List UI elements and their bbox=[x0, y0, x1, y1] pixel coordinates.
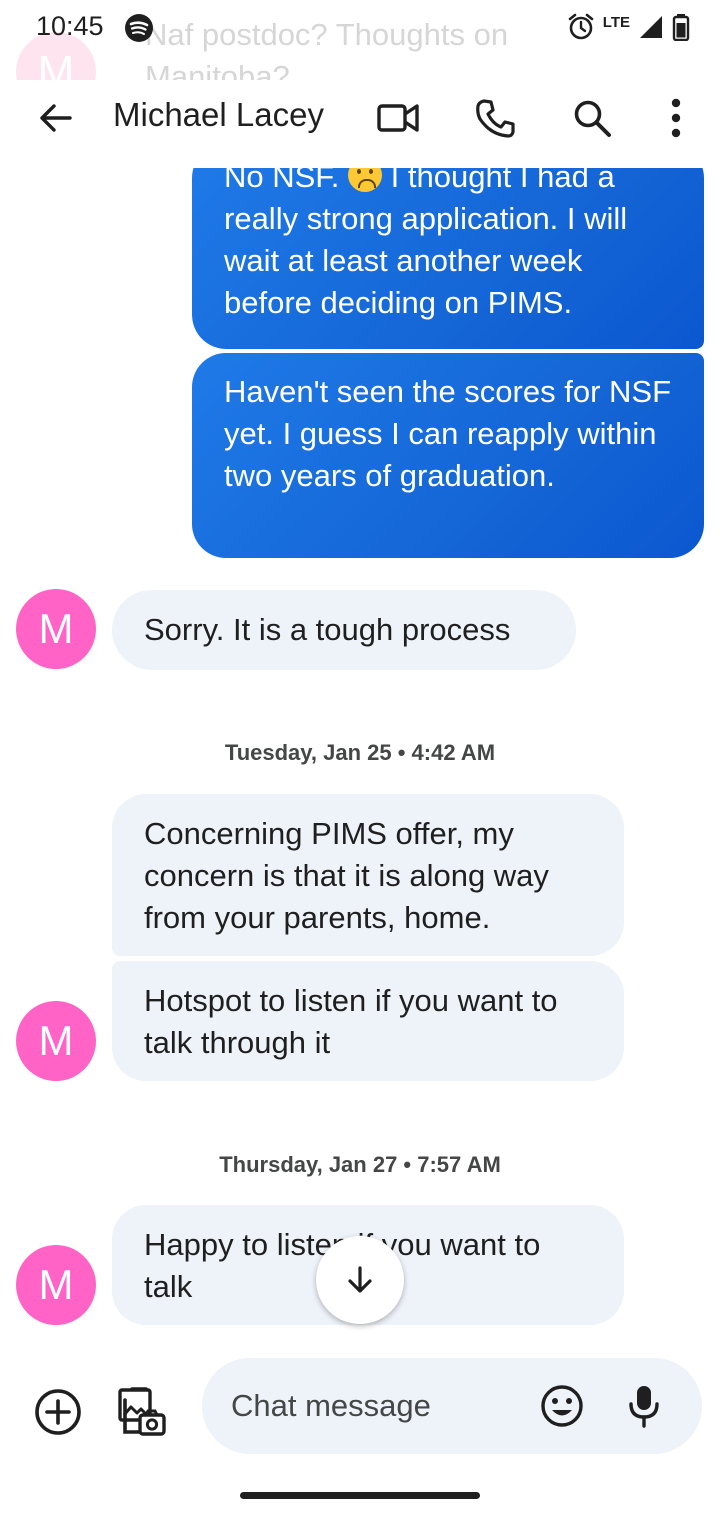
message-sent[interactable]: No NSF. I thought I had a really strong … bbox=[192, 159, 704, 349]
message-text: Haven't seen the scores for NSF yet. I g… bbox=[224, 374, 672, 493]
conversation-header: Michael Lacey bbox=[0, 80, 720, 156]
back-button[interactable] bbox=[34, 96, 78, 140]
emoji-icon bbox=[541, 1385, 583, 1427]
avatar[interactable]: M bbox=[16, 1245, 96, 1325]
add-circle-icon bbox=[35, 1389, 81, 1435]
gallery-camera-icon bbox=[118, 1387, 166, 1436]
message-received[interactable]: Sorry. It is a tough process bbox=[112, 590, 576, 670]
search-button[interactable] bbox=[570, 96, 614, 140]
message-text: No NSF. bbox=[224, 159, 349, 194]
message-received[interactable]: Hotspot to listen if you want to talk th… bbox=[112, 961, 624, 1081]
gesture-home-bar[interactable] bbox=[240, 1492, 480, 1499]
chat-input-placeholder: Chat message bbox=[231, 1388, 431, 1423]
scroll-to-bottom-button[interactable] bbox=[316, 1236, 404, 1324]
emoji-button[interactable] bbox=[538, 1382, 586, 1430]
voice-input-button[interactable] bbox=[620, 1382, 668, 1430]
signal-icon bbox=[640, 16, 662, 38]
message-text: Sorry. It is a tough process bbox=[144, 612, 511, 647]
message-text: Hotspot to listen if you want to talk th… bbox=[144, 983, 558, 1060]
phone-call-button[interactable] bbox=[474, 96, 518, 140]
search-icon bbox=[574, 100, 611, 137]
date-separator: Tuesday, Jan 25 • 4:42 AM bbox=[224, 740, 496, 765]
frowning-face-emoji-icon bbox=[348, 168, 383, 192]
gallery-button[interactable] bbox=[116, 1386, 168, 1438]
message-received[interactable]: Concerning PIMS offer, my concern is tha… bbox=[112, 794, 624, 956]
avatar[interactable]: M bbox=[16, 1001, 96, 1081]
message-sent[interactable]: Haven't seen the scores for NSF yet. I g… bbox=[192, 353, 704, 558]
back-arrow-icon bbox=[40, 104, 72, 132]
chat-message-input[interactable]: Chat message bbox=[202, 1358, 702, 1454]
alarm-icon bbox=[568, 13, 594, 40]
message-list[interactable]: No NSF. I thought I had a really strong … bbox=[0, 156, 720, 1346]
contact-name[interactable]: Michael Lacey bbox=[113, 96, 324, 134]
phone-icon bbox=[476, 99, 515, 138]
network-type: LTE bbox=[602, 13, 630, 31]
status-icons: LTE bbox=[567, 10, 690, 44]
video-call-button[interactable] bbox=[376, 96, 420, 140]
mic-icon bbox=[629, 1386, 659, 1428]
date-separator: Thursday, Jan 27 • 7:57 AM bbox=[219, 1152, 501, 1177]
attach-button[interactable] bbox=[32, 1386, 84, 1438]
more-vert-icon bbox=[671, 98, 681, 138]
spotify-icon bbox=[125, 14, 153, 42]
message-text: Concerning PIMS offer, my concern is tha… bbox=[144, 816, 549, 935]
status-time: 10:45 bbox=[36, 11, 104, 41]
arrow-down-icon bbox=[348, 1266, 372, 1293]
avatar[interactable]: M bbox=[16, 589, 96, 669]
battery-icon bbox=[672, 14, 690, 41]
video-call-icon bbox=[377, 104, 419, 132]
more-options-button[interactable] bbox=[654, 96, 698, 140]
compose-bar: Chat message bbox=[0, 1346, 720, 1466]
status-bar: M Naf postdoc? Thoughts on Manitoba? 10:… bbox=[0, 0, 720, 112]
